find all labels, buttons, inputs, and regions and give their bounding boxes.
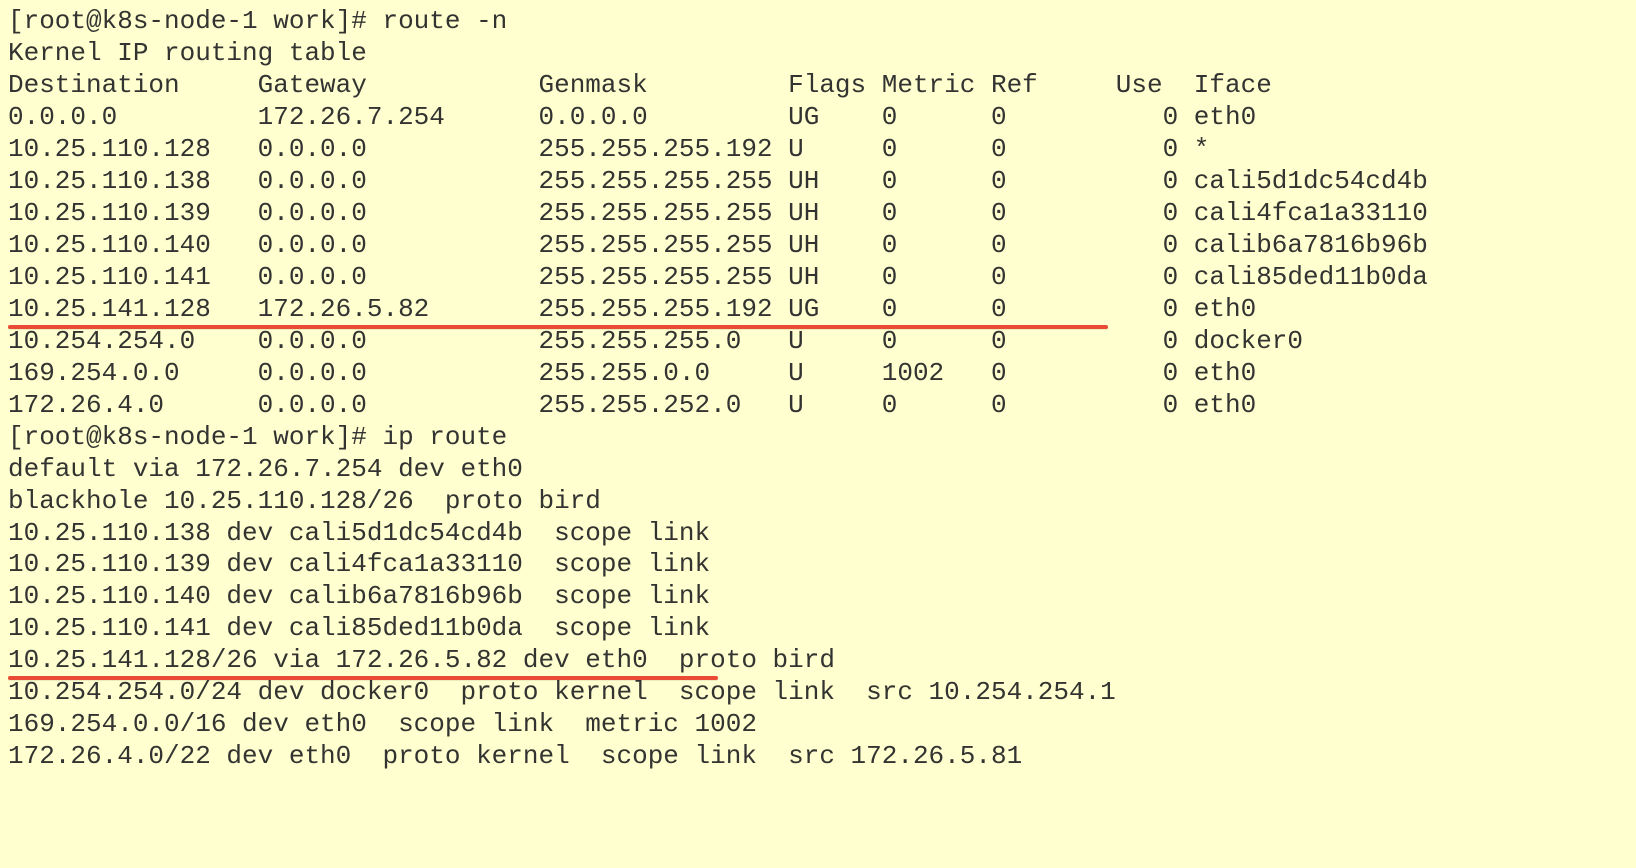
route-row: 10.25.110.140 0.0.0.0 255.255.255.255 UH…: [8, 230, 1628, 262]
annotation-underline: [8, 325, 1108, 329]
route-row: 10.25.110.128 0.0.0.0 255.255.255.192 U …: [8, 134, 1628, 166]
iproute-line: 10.25.110.139 dev cali4fca1a33110 scope …: [8, 549, 1628, 581]
annotation-underline: [8, 676, 718, 680]
iproute-line: 10.25.110.140 dev calib6a7816b96b scope …: [8, 581, 1628, 613]
terminal-output: [root@k8s-node-1 work]# route -nKernel I…: [0, 0, 1636, 783]
route-row: 169.254.0.0 0.0.0.0 255.255.0.0 U 1002 0…: [8, 358, 1628, 390]
iproute-line: 10.25.110.141 dev cali85ded11b0da scope …: [8, 613, 1628, 645]
iproute-line: 169.254.0.0/16 dev eth0 scope link metri…: [8, 709, 1628, 741]
iproute-line: 10.25.110.138 dev cali5d1dc54cd4b scope …: [8, 518, 1628, 550]
shell-prompt: [root@k8s-node-1 work]#: [8, 422, 382, 452]
iproute-line: default via 172.26.7.254 dev eth0: [8, 454, 1628, 486]
route-row: 10.25.110.138 0.0.0.0 255.255.255.255 UH…: [8, 166, 1628, 198]
command-iproute: ip route: [382, 422, 507, 452]
route-row: 10.25.110.141 0.0.0.0 255.255.255.255 UH…: [8, 262, 1628, 294]
shell-prompt: [root@k8s-node-1 work]#: [8, 6, 382, 36]
route-row: 172.26.4.0 0.0.0.0 255.255.252.0 U 0 0 0…: [8, 390, 1628, 422]
route-row: 10.254.254.0 0.0.0.0 255.255.255.0 U 0 0…: [8, 326, 1628, 358]
command-route: route -n: [382, 6, 507, 36]
iproute-line: 10.254.254.0/24 dev docker0 proto kernel…: [8, 677, 1628, 709]
prompt-line-iproute[interactable]: [root@k8s-node-1 work]# ip route: [8, 422, 1628, 454]
route-row: 10.25.110.139 0.0.0.0 255.255.255.255 UH…: [8, 198, 1628, 230]
iproute-line: 10.25.141.128/26 via 172.26.5.82 dev eth…: [8, 645, 1628, 677]
route-row: 0.0.0.0 172.26.7.254 0.0.0.0 UG 0 0 0 et…: [8, 102, 1628, 134]
route-title: Kernel IP routing table: [8, 38, 1628, 70]
route-row: 10.25.141.128 172.26.5.82 255.255.255.19…: [8, 294, 1628, 326]
iproute-line: 172.26.4.0/22 dev eth0 proto kernel scop…: [8, 741, 1628, 773]
prompt-line-route[interactable]: [root@k8s-node-1 work]# route -n: [8, 6, 1628, 38]
route-header: Destination Gateway Genmask Flags Metric…: [8, 70, 1628, 102]
iproute-line: blackhole 10.25.110.128/26 proto bird: [8, 486, 1628, 518]
